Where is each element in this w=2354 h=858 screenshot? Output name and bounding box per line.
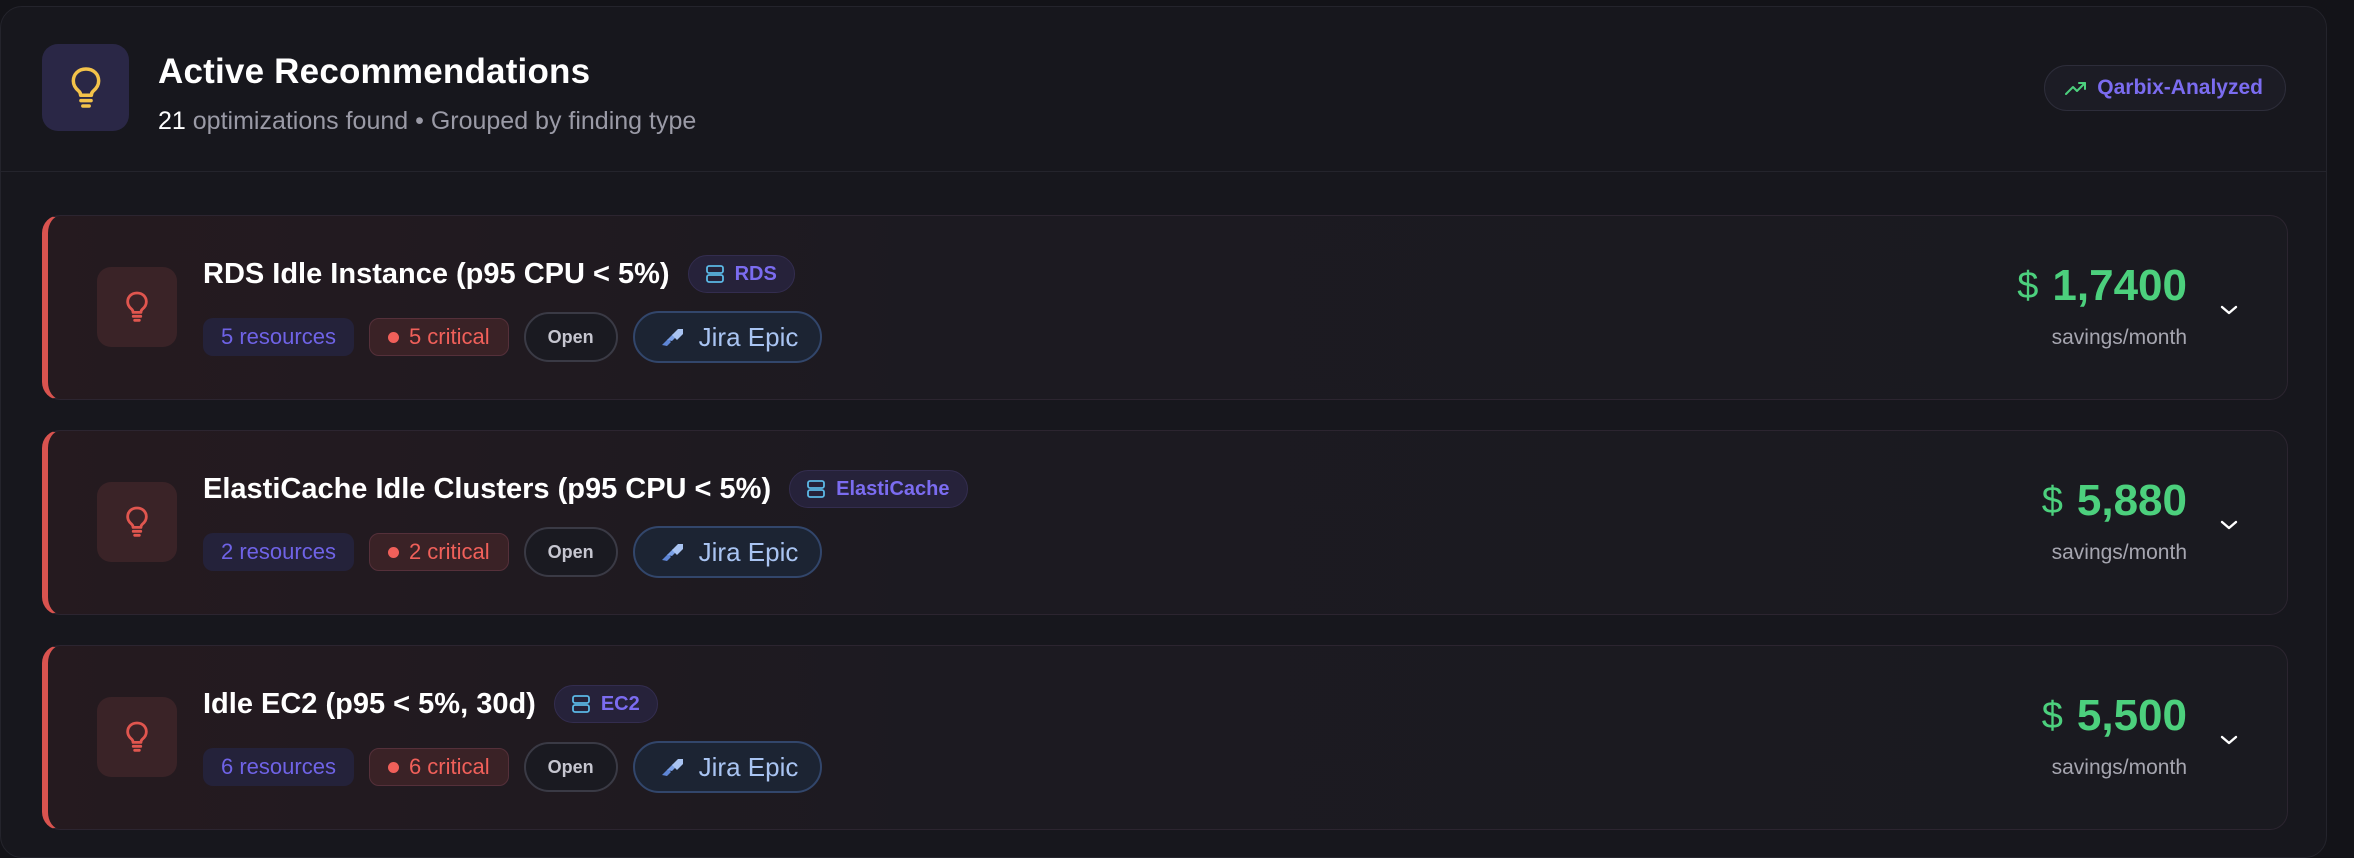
jira-epic-label: Jira Epic <box>698 751 799 782</box>
card-title-row: Idle EC2 (p95 < 5%, 30d) EC2 <box>203 685 658 723</box>
recommendation-title: RDS Idle Instance (p95 CPU < 5%) <box>203 257 670 290</box>
critical-dot-icon <box>387 761 399 773</box>
dollar-icon: $ <box>2041 480 2063 522</box>
panel-header: Active Recommendations 21 optimizations … <box>1 7 2326 172</box>
savings-label: savings/month <box>2051 541 2187 564</box>
service-badge: RDS <box>687 255 795 293</box>
savings-block: $ 1,7400 savings/month <box>2017 264 2187 350</box>
chevron-down-icon[interactable] <box>2217 298 2241 322</box>
jira-icon <box>661 544 683 561</box>
critical-label: 2 critical <box>408 539 490 564</box>
optimization-count: 21 <box>158 107 186 135</box>
dollar-icon: $ <box>2041 695 2063 737</box>
server-icon <box>807 480 826 498</box>
jira-epic-button[interactable]: Jira Epic <box>632 741 823 793</box>
savings-amount: $ 5,880 <box>2042 479 2187 523</box>
server-icon <box>705 265 724 283</box>
card-meta-row: 5 resources 5 critical Open Jira Epic <box>203 311 823 363</box>
service-badge-label: EC2 <box>600 692 640 715</box>
card-title-row: RDS Idle Instance (p95 CPU < 5%) RDS <box>203 255 795 293</box>
subtitle-text: optimizations found • Grouped by finding… <box>192 107 697 135</box>
lightbulb-icon <box>97 697 177 777</box>
resources-count: 6 resources <box>203 748 354 786</box>
service-badge-label: RDS <box>734 262 777 285</box>
lightbulb-icon <box>42 44 129 131</box>
critical-dot-icon <box>387 331 399 343</box>
recommendation-title: Idle EC2 (p95 < 5%, 30d) <box>203 687 536 720</box>
analyzed-badge: Qarbix-Analyzed <box>2044 65 2286 111</box>
critical-label: 5 critical <box>408 324 490 349</box>
recommendation-card[interactable]: Idle EC2 (p95 < 5%, 30d) EC2 6 resources… <box>42 645 2288 830</box>
savings-amount: $ 1,7400 <box>2017 264 2187 308</box>
status-badge: Open <box>523 312 618 362</box>
dollar-icon: $ <box>2017 265 2039 307</box>
critical-count: 6 critical <box>368 748 509 786</box>
recommendation-card[interactable]: ElastiCache Idle Clusters (p95 CPU < 5%)… <box>42 430 2288 615</box>
savings-value: 1,7400 <box>2052 261 2187 310</box>
status-badge: Open <box>523 527 618 577</box>
chevron-down-icon[interactable] <box>2217 728 2241 752</box>
savings-amount: $ 5,500 <box>2042 694 2187 738</box>
lightbulb-icon <box>97 267 177 347</box>
analyzed-badge-label: Qarbix-Analyzed <box>2097 76 2263 99</box>
resources-count: 5 resources <box>203 318 354 356</box>
status-badge: Open <box>523 742 618 792</box>
jira-icon <box>661 329 683 346</box>
jira-epic-label: Jira Epic <box>698 536 799 567</box>
trending-up-icon <box>2065 82 2087 95</box>
page-title: Active Recommendations <box>158 52 591 91</box>
jira-epic-label: Jira Epic <box>698 321 799 352</box>
resources-count: 2 resources <box>203 533 354 571</box>
recommendation-card[interactable]: RDS Idle Instance (p95 CPU < 5%) RDS 5 r… <box>42 215 2288 400</box>
page-subtitle: 21 optimizations found • Grouped by find… <box>158 107 696 136</box>
server-icon <box>571 695 590 713</box>
service-badge-label: ElastiCache <box>836 477 950 500</box>
savings-value: 5,880 <box>2076 476 2187 525</box>
jira-epic-button[interactable]: Jira Epic <box>632 311 823 363</box>
recommendations-panel: Active Recommendations 21 optimizations … <box>0 6 2327 858</box>
recommendation-title: ElastiCache Idle Clusters (p95 CPU < 5%) <box>203 472 772 505</box>
critical-label: 6 critical <box>408 754 490 779</box>
card-meta-row: 6 resources 6 critical Open Jira Epic <box>203 741 823 793</box>
chevron-down-icon[interactable] <box>2217 513 2241 537</box>
jira-icon <box>661 759 683 776</box>
savings-block: $ 5,880 savings/month <box>2042 479 2187 565</box>
critical-count: 2 critical <box>368 533 509 571</box>
service-badge: ElastiCache <box>789 470 968 508</box>
card-meta-row: 2 resources 2 critical Open Jira Epic <box>203 526 823 578</box>
lightbulb-icon <box>97 482 177 562</box>
critical-count: 5 critical <box>368 318 509 356</box>
service-badge: EC2 <box>553 685 658 723</box>
jira-epic-button[interactable]: Jira Epic <box>632 526 823 578</box>
savings-label: savings/month <box>2051 326 2187 349</box>
savings-block: $ 5,500 savings/month <box>2042 694 2187 780</box>
savings-label: savings/month <box>2051 756 2187 779</box>
critical-dot-icon <box>387 546 399 558</box>
card-title-row: ElastiCache Idle Clusters (p95 CPU < 5%)… <box>203 470 968 508</box>
savings-value: 5,500 <box>2076 691 2187 740</box>
